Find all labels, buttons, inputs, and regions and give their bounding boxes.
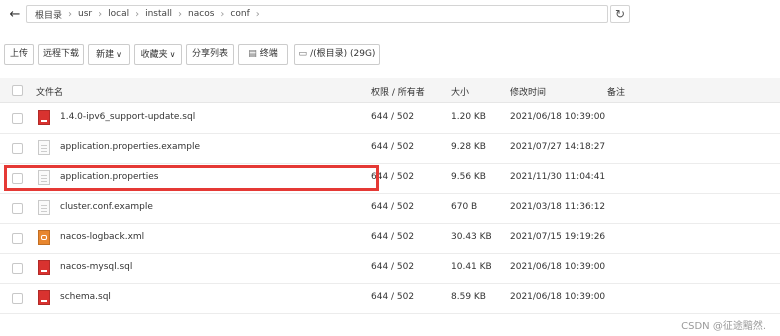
- file-name[interactable]: 1.4.0-ipv6_support-update.sql: [60, 112, 195, 122]
- file-size: 670 B: [451, 202, 478, 212]
- table-header: 文件名 权限 / 所有者 大小 修改时间 备注: [0, 78, 780, 103]
- terminal-button[interactable]: ▤ 终端: [238, 44, 288, 65]
- remote-download-button[interactable]: 远程下载: [38, 44, 84, 65]
- file-permission[interactable]: 644 / 502: [371, 142, 414, 152]
- row-checkbox[interactable]: [12, 263, 23, 274]
- file-size: 9.28 KB: [451, 142, 486, 152]
- chevron-right-icon: ›: [68, 8, 73, 20]
- sql-file-icon: [38, 260, 50, 275]
- file-permission[interactable]: 644 / 502: [371, 292, 414, 302]
- refresh-icon[interactable]: ↻: [610, 5, 630, 23]
- table-row[interactable]: cluster.conf.example 644 / 502 670 B 202…: [0, 193, 780, 224]
- file-name[interactable]: application.properties.example: [60, 142, 200, 152]
- terminal-label: 终端: [259, 49, 278, 59]
- header-note: 备注: [607, 88, 626, 98]
- remote-download-label: 远程下载: [42, 49, 79, 59]
- chevron-right-icon: ›: [98, 8, 103, 20]
- text-file-icon: [38, 140, 50, 155]
- text-file-icon: [38, 200, 50, 215]
- breadcrumb-conf[interactable]: conf: [227, 9, 252, 19]
- file-mtime: 2021/07/15 19:19:26: [510, 232, 606, 242]
- header-modified-time[interactable]: 修改时间: [510, 85, 546, 98]
- row-checkbox[interactable]: [12, 293, 23, 304]
- chevron-right-icon: ›: [220, 8, 225, 20]
- share-list-label: 分享列表: [191, 49, 228, 59]
- chevron-right-icon: ›: [178, 8, 183, 20]
- file-size: 1.20 KB: [451, 112, 486, 122]
- disk-icon: ▭: [298, 49, 308, 59]
- favorites-label: 收藏夹: [140, 50, 168, 60]
- file-size: 9.56 KB: [451, 172, 486, 182]
- terminal-icon: ▤: [248, 49, 257, 59]
- row-checkbox[interactable]: [12, 203, 23, 214]
- toolbar: 上传 远程下载 新建 ∨ 收藏夹 ∨ 分享列表 ▤ 终端 ▭/(根目录) (29G): [0, 44, 780, 66]
- file-mtime: 2021/11/30 11:04:41: [510, 172, 606, 182]
- file-permission[interactable]: 644 / 502: [371, 202, 414, 212]
- breadcrumb-usr[interactable]: usr: [75, 9, 95, 19]
- disk-button[interactable]: ▭/(根目录) (29G): [294, 44, 380, 65]
- breadcrumb-root[interactable]: 根目录: [32, 8, 65, 21]
- file-mtime: 2021/06/18 10:39:00: [510, 112, 606, 122]
- row-checkbox[interactable]: [12, 113, 23, 124]
- file-permission[interactable]: 644 / 502: [371, 112, 414, 122]
- file-mtime: 2021/03/18 11:36:12: [510, 202, 606, 212]
- breadcrumb-local[interactable]: local: [105, 9, 132, 19]
- back-arrow-icon[interactable]: ←: [8, 8, 22, 22]
- breadcrumb-install[interactable]: install: [142, 9, 175, 19]
- breadcrumb-nacos[interactable]: nacos: [185, 9, 217, 19]
- address-bar-area: ← 根目录 › usr › local › install › nacos › …: [0, 0, 780, 30]
- table-row[interactable]: application.properties.example 644 / 502…: [0, 133, 780, 164]
- share-list-button[interactable]: 分享列表: [186, 44, 234, 65]
- address-bar[interactable]: 根目录 › usr › local › install › nacos › co…: [26, 5, 608, 23]
- file-name[interactable]: nacos-logback.xml: [60, 232, 144, 242]
- sql-file-icon: [38, 290, 50, 305]
- file-mtime: 2021/06/18 10:39:00: [510, 262, 606, 272]
- new-label: 新建: [96, 50, 115, 60]
- chevron-right-icon: ›: [135, 8, 140, 20]
- upload-label: 上传: [9, 49, 28, 59]
- table-row[interactable]: schema.sql 644 / 502 8.59 KB 2021/06/18 …: [0, 283, 780, 314]
- sql-file-icon: [38, 110, 50, 125]
- new-button[interactable]: 新建 ∨: [88, 44, 130, 65]
- file-name[interactable]: nacos-mysql.sql: [60, 262, 132, 272]
- file-mtime: 2021/06/18 10:39:00: [510, 292, 606, 302]
- table-row[interactable]: 1.4.0-ipv6_support-update.sql 644 / 502 …: [0, 103, 780, 134]
- file-name[interactable]: schema.sql: [60, 292, 111, 302]
- file-size: 30.43 KB: [451, 232, 492, 242]
- file-size: 8.59 KB: [451, 292, 486, 302]
- table-row[interactable]: nacos-logback.xml 644 / 502 30.43 KB 202…: [0, 223, 780, 254]
- highlight-box: [4, 165, 379, 191]
- favorites-button[interactable]: 收藏夹 ∨: [134, 44, 182, 65]
- file-size: 10.41 KB: [451, 262, 492, 272]
- disk-label: /(根目录) (29G): [310, 49, 376, 59]
- row-checkbox[interactable]: [12, 143, 23, 154]
- upload-button[interactable]: 上传: [4, 44, 34, 65]
- file-name[interactable]: cluster.conf.example: [60, 202, 153, 212]
- header-size[interactable]: 大小: [451, 85, 469, 98]
- file-mtime: 2021/07/27 14:18:27: [510, 142, 606, 152]
- chevron-right-icon: ›: [255, 8, 260, 20]
- chevron-down-icon: ∨: [169, 50, 176, 59]
- header-permission[interactable]: 权限 / 所有者: [371, 85, 425, 98]
- xml-file-icon: [38, 230, 50, 245]
- watermark: CSDN @征途黯然.: [681, 321, 766, 332]
- file-permission[interactable]: 644 / 502: [371, 262, 414, 272]
- chevron-down-icon: ∨: [116, 50, 122, 59]
- row-checkbox[interactable]: [12, 233, 23, 244]
- file-permission[interactable]: 644 / 502: [371, 232, 414, 242]
- select-all-checkbox[interactable]: [12, 85, 23, 96]
- header-filename[interactable]: 文件名: [36, 85, 63, 98]
- table-row[interactable]: nacos-mysql.sql 644 / 502 10.41 KB 2021/…: [0, 253, 780, 284]
